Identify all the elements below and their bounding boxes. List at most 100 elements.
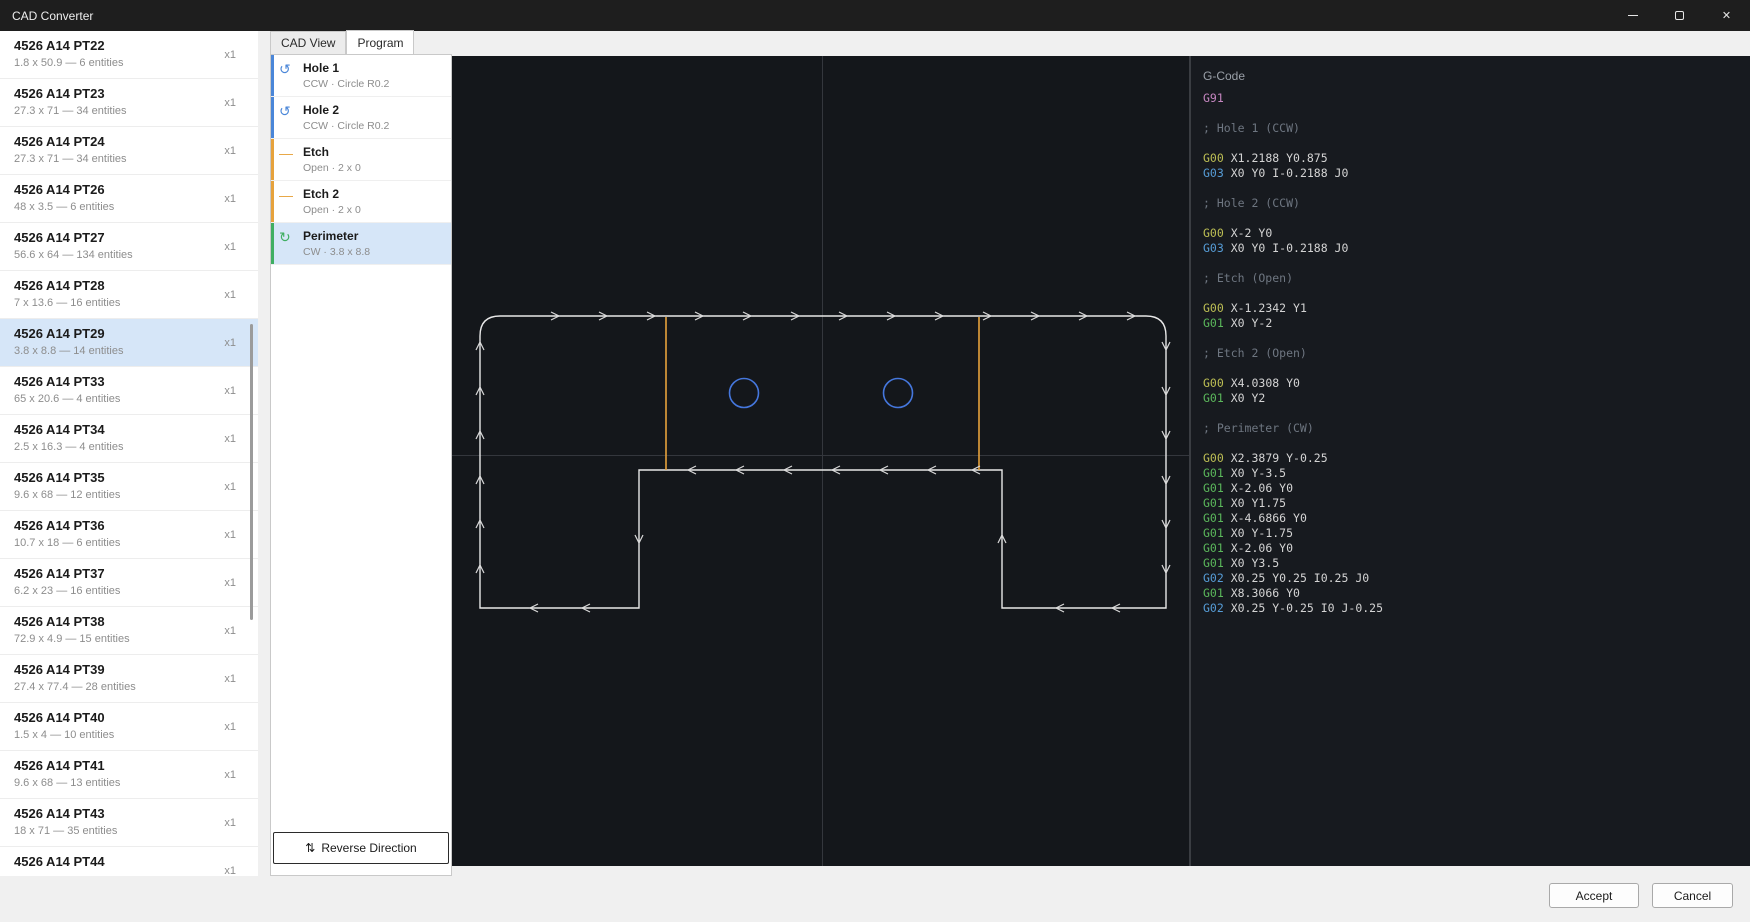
operation-item-perimeter[interactable]: ↻ Perimeter CW · 3.8 x 8.8 bbox=[271, 223, 451, 265]
part-detail: 2.5 x 16.3 — 4 entities bbox=[14, 441, 236, 453]
operation-color-bar bbox=[271, 223, 274, 264]
gcode-line: ; Perimeter (CW) bbox=[1203, 421, 1750, 436]
gcode-line bbox=[1203, 286, 1750, 301]
gcode-line bbox=[1203, 106, 1750, 121]
operation-color-bar bbox=[271, 181, 274, 222]
part-list-item[interactable]: 4526 A14 PT24 27.3 x 71 — 34 entities x1 bbox=[0, 127, 258, 175]
cancel-button[interactable]: Cancel bbox=[1652, 883, 1733, 908]
part-name: 4526 A14 PT24 bbox=[14, 134, 236, 149]
part-quantity: x1 bbox=[224, 289, 236, 301]
part-list-item[interactable]: 4526 A14 PT38 72.9 x 4.9 — 15 entities x… bbox=[0, 607, 258, 655]
part-list-item[interactable]: 4526 A14 PT44 x1 bbox=[0, 847, 258, 876]
operation-item-hole-2[interactable]: ↺ Hole 2 CCW · Circle R0.2 bbox=[271, 97, 451, 139]
gcode-line: G00 X1.2188 Y0.875 bbox=[1203, 151, 1750, 166]
part-name: 4526 A14 PT33 bbox=[14, 374, 236, 389]
minimize-button[interactable] bbox=[1609, 0, 1656, 31]
ccw-rotate-icon: ↺ bbox=[279, 104, 291, 118]
part-detail: 27.3 x 71 — 34 entities bbox=[14, 153, 236, 165]
hole-circle-1[interactable] bbox=[730, 379, 759, 408]
operation-item-etch[interactable]: — Etch Open · 2 x 0 bbox=[271, 139, 451, 181]
part-name: 4526 A14 PT36 bbox=[14, 518, 236, 533]
tab-program[interactable]: Program bbox=[346, 30, 414, 54]
part-quantity: x1 bbox=[224, 625, 236, 637]
titlebar: CAD Converter ✕ bbox=[0, 0, 1750, 31]
part-list-item[interactable]: 4526 A14 PT29 3.8 x 8.8 — 14 entities x1 bbox=[0, 319, 258, 367]
minimize-icon bbox=[1628, 15, 1638, 16]
part-name: 4526 A14 PT27 bbox=[14, 230, 236, 245]
gcode-line: G00 X-1.2342 Y1 bbox=[1203, 301, 1750, 316]
part-list-item[interactable]: 4526 A14 PT34 2.5 x 16.3 — 4 entities x1 bbox=[0, 415, 258, 463]
part-quantity: x1 bbox=[224, 145, 236, 157]
part-name: 4526 A14 PT41 bbox=[14, 758, 236, 773]
part-list-item[interactable]: 4526 A14 PT41 9.6 x 68 — 13 entities x1 bbox=[0, 751, 258, 799]
part-quantity: x1 bbox=[224, 241, 236, 253]
operation-color-bar bbox=[271, 97, 274, 138]
gcode-line: ; Etch (Open) bbox=[1203, 271, 1750, 286]
gcode-line: G01 X-2.06 Y0 bbox=[1203, 541, 1750, 556]
part-list-item[interactable]: 4526 A14 PT36 10.7 x 18 — 6 entities x1 bbox=[0, 511, 258, 559]
part-detail: 1.5 x 4 — 10 entities bbox=[14, 729, 236, 741]
part-name: 4526 A14 PT23 bbox=[14, 86, 236, 101]
gcode-line: G01 X8.3066 Y0 bbox=[1203, 586, 1750, 601]
hole-circle-2[interactable] bbox=[884, 379, 913, 408]
maximize-button[interactable] bbox=[1656, 0, 1703, 31]
reverse-direction-button[interactable]: ⇅ Reverse Direction bbox=[273, 832, 449, 864]
part-detail: 9.6 x 68 — 13 entities bbox=[14, 777, 236, 789]
part-list-item[interactable]: 4526 A14 PT39 27.4 x 77.4 — 28 entities … bbox=[0, 655, 258, 703]
part-list-item[interactable]: 4526 A14 PT26 48 x 3.5 — 6 entities x1 bbox=[0, 175, 258, 223]
part-list-item[interactable]: 4526 A14 PT40 1.5 x 4 — 10 entities x1 bbox=[0, 703, 258, 751]
parts-scrollbar-thumb[interactable] bbox=[250, 324, 253, 620]
accept-button[interactable]: Accept bbox=[1549, 883, 1639, 908]
part-detail: 9.6 x 68 — 12 entities bbox=[14, 489, 236, 501]
part-detail: 10.7 x 18 — 6 entities bbox=[14, 537, 236, 549]
operations-list: ↺ Hole 1 CCW · Circle R0.2 ↺ Hole 2 CCW … bbox=[271, 55, 451, 265]
close-button[interactable]: ✕ bbox=[1703, 0, 1750, 31]
part-quantity: x1 bbox=[224, 529, 236, 541]
part-quantity: x1 bbox=[224, 49, 236, 61]
parts-list: 4526 A14 PT22 1.8 x 50.9 — 6 entities x1… bbox=[0, 31, 258, 876]
part-name: 4526 A14 PT38 bbox=[14, 614, 236, 629]
operation-item-hole-1[interactable]: ↺ Hole 1 CCW · Circle R0.2 bbox=[271, 55, 451, 97]
gcode-line: ; Hole 2 (CCW) bbox=[1203, 196, 1750, 211]
part-list-item[interactable]: 4526 A14 PT27 56.6 x 64 — 134 entities x… bbox=[0, 223, 258, 271]
part-name: 4526 A14 PT22 bbox=[14, 38, 236, 53]
part-list-item[interactable]: 4526 A14 PT37 6.2 x 23 — 16 entities x1 bbox=[0, 559, 258, 607]
part-list-item[interactable]: 4526 A14 PT43 18 x 71 — 35 entities x1 bbox=[0, 799, 258, 847]
gcode-line: G01 X0 Y1.75 bbox=[1203, 496, 1750, 511]
gcode-line: G00 X4.0308 Y0 bbox=[1203, 376, 1750, 391]
part-quantity: x1 bbox=[224, 865, 236, 877]
cad-canvas[interactable] bbox=[452, 56, 1189, 866]
part-quantity: x1 bbox=[224, 385, 236, 397]
part-list-item[interactable]: 4526 A14 PT28 7 x 13.6 — 16 entities x1 bbox=[0, 271, 258, 319]
part-detail: 1.8 x 50.9 — 6 entities bbox=[14, 57, 236, 69]
close-icon: ✕ bbox=[1722, 9, 1731, 22]
part-list-item[interactable]: 4526 A14 PT22 1.8 x 50.9 — 6 entities x1 bbox=[0, 31, 258, 79]
part-detail: 56.6 x 64 — 134 entities bbox=[14, 249, 236, 261]
parts-list-container: 4526 A14 PT22 1.8 x 50.9 — 6 entities x1… bbox=[0, 31, 258, 876]
part-name: 4526 A14 PT44 bbox=[14, 854, 236, 869]
window-controls: ✕ bbox=[1609, 0, 1750, 31]
gcode-line: G01 X-4.6866 Y0 bbox=[1203, 511, 1750, 526]
part-list-item[interactable]: 4526 A14 PT23 27.3 x 71 — 34 entities x1 bbox=[0, 79, 258, 127]
gcode-line: G01 X0 Y2 bbox=[1203, 391, 1750, 406]
operation-detail: Open · 2 x 0 bbox=[303, 162, 445, 174]
gcode-line: ; Etch 2 (Open) bbox=[1203, 346, 1750, 361]
gcode-line: G00 X-2 Y0 bbox=[1203, 226, 1750, 241]
view-tabbar: CAD ViewProgram bbox=[270, 31, 452, 54]
operation-name: Hole 2 bbox=[303, 103, 445, 117]
maximize-icon bbox=[1675, 11, 1684, 20]
gcode-line bbox=[1203, 181, 1750, 196]
operation-name: Perimeter bbox=[303, 229, 445, 243]
operation-item-etch-2[interactable]: — Etch 2 Open · 2 x 0 bbox=[271, 181, 451, 223]
reverse-direction-icon: ⇅ bbox=[305, 841, 315, 855]
part-detail: 48 x 3.5 — 6 entities bbox=[14, 201, 236, 213]
part-name: 4526 A14 PT35 bbox=[14, 470, 236, 485]
gcode-line bbox=[1203, 361, 1750, 376]
operation-name: Etch bbox=[303, 145, 445, 159]
gcode-line: G01 X0 Y-1.75 bbox=[1203, 526, 1750, 541]
parts-scrollbar[interactable] bbox=[250, 31, 254, 876]
part-list-item[interactable]: 4526 A14 PT33 65 x 20.6 — 4 entities x1 bbox=[0, 367, 258, 415]
part-list-item[interactable]: 4526 A14 PT35 9.6 x 68 — 12 entities x1 bbox=[0, 463, 258, 511]
gcode-line: G01 X-2.06 Y0 bbox=[1203, 481, 1750, 496]
tab-cad-view[interactable]: CAD View bbox=[270, 31, 346, 54]
